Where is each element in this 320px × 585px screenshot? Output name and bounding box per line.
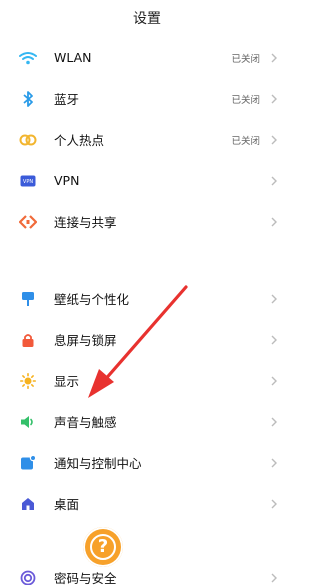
question-mark-icon: ?	[90, 534, 116, 560]
wifi-icon	[18, 48, 38, 68]
chevron-right-icon	[268, 334, 280, 346]
item-status: 已关闭	[231, 135, 260, 147]
item-label: 息屏与锁屏	[54, 333, 117, 348]
chevron-right-icon	[268, 293, 280, 305]
item-label: WLAN	[54, 50, 92, 65]
item-label: 壁纸与个性化	[54, 292, 130, 307]
item-label: 连接与共享	[54, 215, 117, 230]
connection-share-icon	[18, 212, 38, 232]
chevron-right-icon	[268, 498, 280, 510]
connectivity-group: WLAN 已关闭 蓝牙 已关闭 个人热点 已关闭 VPN VPN 连接与共享	[0, 37, 294, 242]
desktop-icon	[18, 494, 38, 514]
item-label: 桌面	[54, 497, 80, 512]
chevron-right-icon	[268, 457, 280, 469]
item-label: 通知与控制中心	[54, 456, 142, 471]
bluetooth-icon	[18, 89, 38, 109]
group-separator	[0, 524, 294, 557]
chevron-right-icon	[268, 572, 280, 584]
settings-item-sound[interactable]: 声音与触感	[0, 401, 294, 442]
sound-icon	[18, 412, 38, 432]
page-title: 设置	[133, 11, 161, 27]
personalization-group: 壁纸与个性化 息屏与锁屏 显示 声音与触感 通知与控制中心 桌面	[0, 278, 294, 524]
notification-icon	[18, 453, 38, 473]
item-label: 显示	[54, 374, 80, 389]
item-label: 密码与安全	[54, 571, 117, 585]
group-separator	[0, 242, 294, 278]
chevron-right-icon	[268, 216, 280, 228]
security-group: 密码与安全	[0, 557, 294, 585]
header: 设置	[0, 0, 294, 36]
lock-screen-icon	[18, 330, 38, 350]
item-label: VPN	[54, 173, 80, 188]
settings-item-wallpaper[interactable]: 壁纸与个性化	[0, 278, 294, 319]
settings-item-bluetooth[interactable]: 蓝牙 已关闭	[0, 78, 294, 119]
chevron-right-icon	[268, 93, 280, 105]
item-status: 已关闭	[231, 53, 260, 65]
svg-text:VPN: VPN	[23, 179, 33, 185]
settings-item-connection-share[interactable]: 连接与共享	[0, 201, 294, 242]
settings-item-lock-screen[interactable]: 息屏与锁屏	[0, 319, 294, 360]
help-icon[interactable]: ?	[83, 527, 123, 567]
chevron-right-icon	[268, 52, 280, 64]
settings-item-desktop[interactable]: 桌面	[0, 483, 294, 524]
vpn-icon: VPN	[18, 171, 38, 191]
chevron-right-icon	[268, 416, 280, 428]
item-label: 个人热点	[54, 133, 105, 148]
chevron-right-icon	[268, 375, 280, 387]
display-icon	[18, 371, 38, 391]
settings-item-hotspot[interactable]: 个人热点 已关闭	[0, 119, 294, 160]
password-security-icon	[18, 568, 38, 585]
wallpaper-icon	[18, 289, 38, 309]
chevron-right-icon	[268, 175, 280, 187]
hotspot-icon	[18, 130, 38, 150]
item-label: 声音与触感	[54, 415, 117, 430]
settings-item-wlan[interactable]: WLAN 已关闭	[0, 37, 294, 78]
chevron-right-icon	[268, 134, 280, 146]
settings-item-notification[interactable]: 通知与控制中心	[0, 442, 294, 483]
item-status: 已关闭	[231, 94, 260, 106]
settings-item-vpn[interactable]: VPN VPN	[0, 160, 294, 201]
item-label: 蓝牙	[54, 92, 80, 107]
settings-item-password-security[interactable]: 密码与安全	[0, 557, 294, 585]
settings-item-display[interactable]: 显示	[0, 360, 294, 401]
